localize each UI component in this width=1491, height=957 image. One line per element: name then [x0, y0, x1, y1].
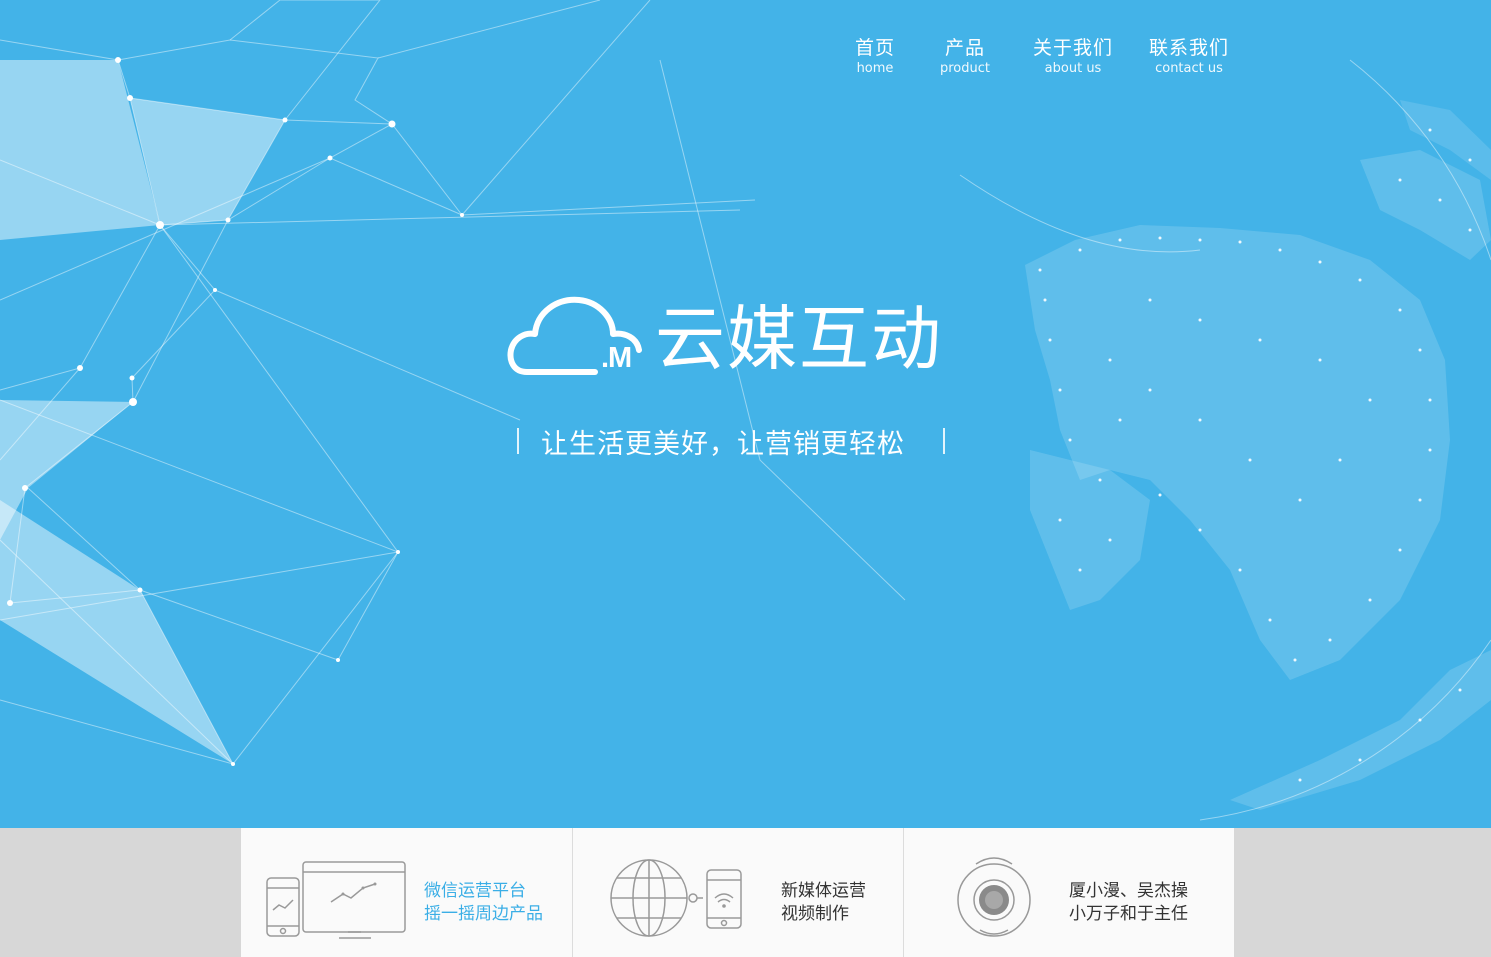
feature-line-1: 新媒体运营 [781, 881, 866, 901]
nav-item-contact-us[interactable]: 联系我们 contact us [1144, 36, 1234, 78]
slogan-divider-right [943, 428, 945, 454]
nav-label-en: product [939, 61, 990, 76]
feature-line-1: 微信运营平台 [424, 881, 526, 901]
slogan: 让生活更美好，让营销更轻松 [515, 420, 950, 460]
nav-label-en: about us [1044, 61, 1102, 76]
feature-text: 微信运营平台 摇一摇周边产品 [424, 880, 543, 926]
nav-item-about-us[interactable]: 关于我们 about us [1028, 36, 1118, 78]
mascot-robot-icon [957, 857, 1031, 937]
network-background [0, 0, 1491, 821]
brand-name: 云媒互动 [655, 298, 943, 380]
feature-line-1: 厦小漫、吴杰操 [1069, 881, 1188, 901]
nav-label-en: contact us [1155, 61, 1223, 76]
nav-item-home[interactable]: 首页 home [844, 36, 906, 78]
feature-card-wechat[interactable]: 微信运营平台 摇一摇周边产品 [241, 828, 571, 957]
brand-logo: .M 云媒互动 [505, 292, 955, 387]
nav-label-zh: 关于我们 [1032, 37, 1113, 59]
feature-card-mascots[interactable]: 厦小漫、吴杰操 小万子和于主任 [903, 828, 1234, 957]
feature-line-2: 视频制作 [781, 904, 849, 924]
nav-item-product[interactable]: 产品 product [934, 36, 996, 78]
devices-chart-icon [266, 861, 406, 939]
nav-label-zh: 首页 [854, 37, 895, 59]
slogan-divider-left [517, 428, 519, 454]
nav-label-zh: 产品 [944, 37, 985, 59]
feature-line-2: 小万子和于主任 [1069, 904, 1188, 924]
globe-phone-icon [610, 859, 742, 937]
hero-banner: 首页 home 产品 product 关于我们 about us 联系我们 co… [0, 0, 1491, 828]
logo-mark: .M [601, 342, 632, 374]
feature-line-2: 摇一摇周边产品 [424, 904, 543, 924]
main-nav: 首页 home 产品 product 关于我们 about us 联系我们 co… [840, 36, 1240, 86]
slogan-text: 让生活更美好，让营销更轻松 [541, 429, 905, 460]
nav-label-en: home [856, 61, 894, 76]
feature-card-new-media[interactable]: 新媒体运营 视频制作 [572, 828, 903, 957]
feature-text: 厦小漫、吴杰操 小万子和于主任 [1069, 880, 1188, 926]
feature-cards: 微信运营平台 摇一摇周边产品 新媒体运营 视频制作 厦小漫、吴杰操 小万子和于主… [241, 828, 1234, 957]
nav-label-zh: 联系我们 [1148, 37, 1229, 59]
feature-text: 新媒体运营 视频制作 [781, 880, 866, 926]
